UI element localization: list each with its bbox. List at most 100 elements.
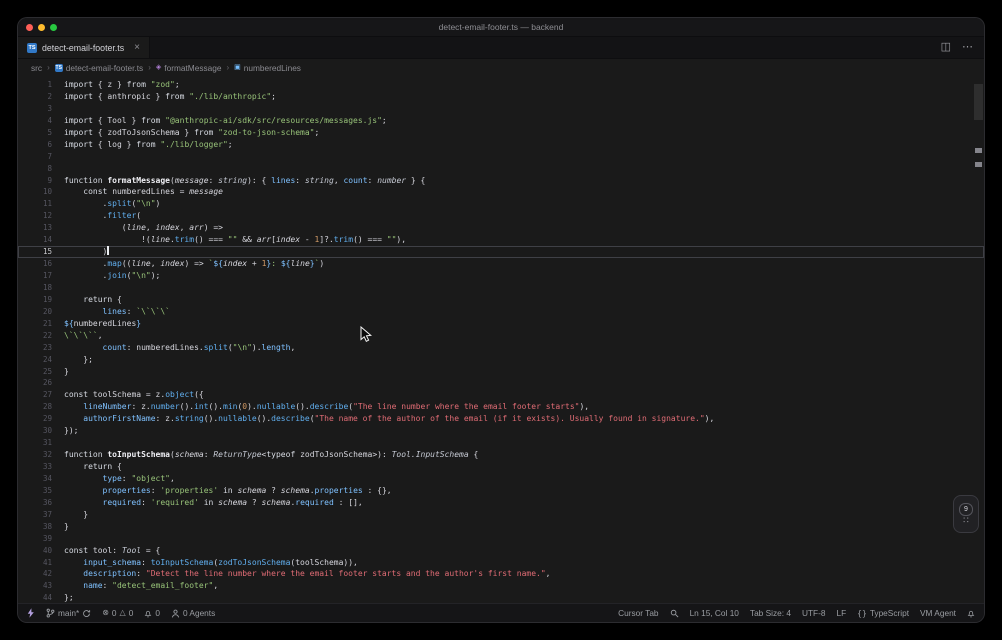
line-number[interactable]: 8 (18, 163, 64, 175)
code-line[interactable]: 10 const numberedLines = message (18, 186, 984, 198)
tab-detect-email-footer[interactable]: TS detect-email-footer.ts × (18, 37, 150, 58)
line-number[interactable]: 25 (18, 366, 64, 378)
line-number[interactable]: 40 (18, 545, 64, 557)
line-number[interactable]: 20 (18, 306, 64, 318)
problems-item[interactable]: ⊗ 0 △ 0 (102, 608, 133, 618)
code-line[interactable]: 16 .map((line, index) => `${index + 1}: … (18, 258, 984, 270)
line-number[interactable]: 14 (18, 234, 64, 246)
split-editor-icon[interactable]: ◫ (941, 42, 951, 53)
code-line[interactable]: 3 (18, 103, 984, 115)
cursor-position[interactable]: Ln 15, Col 10 (690, 608, 739, 618)
line-number[interactable]: 37 (18, 509, 64, 521)
line-number[interactable]: 17 (18, 270, 64, 282)
code-line[interactable]: 12 .filter( (18, 210, 984, 222)
line-number[interactable]: 30 (18, 425, 64, 437)
line-number[interactable]: 11 (18, 198, 64, 210)
line-number[interactable]: 26 (18, 377, 64, 389)
code-line[interactable]: 36 required: 'required' in schema ? sche… (18, 497, 984, 509)
code-line[interactable]: 37 } (18, 509, 984, 521)
code-line[interactable]: 39 (18, 533, 984, 545)
line-number[interactable]: 1 (18, 79, 64, 91)
code-line[interactable]: 21 ${numberedLines} (18, 318, 984, 330)
encoding-setting[interactable]: UTF-8 (802, 608, 826, 618)
line-number[interactable]: 16 (18, 258, 64, 270)
code-line[interactable]: 20 lines: `\`\`\` (18, 306, 984, 318)
line-number[interactable]: 22 (18, 330, 64, 342)
code-line[interactable]: 24 }; (18, 354, 984, 366)
line-number[interactable]: 3 (18, 103, 64, 115)
line-number[interactable]: 31 (18, 437, 64, 449)
code-line[interactable]: 7 (18, 151, 984, 163)
line-number[interactable]: 23 (18, 342, 64, 354)
line-number[interactable]: 12 (18, 210, 64, 222)
code-line[interactable]: 2 import { anthropic } from "./lib/anthro… (18, 91, 984, 103)
line-number[interactable]: 13 (18, 222, 64, 234)
scrollbar-thumb[interactable] (974, 84, 983, 120)
code-line[interactable]: 44}; (18, 592, 984, 603)
eol-setting[interactable]: LF (836, 608, 846, 618)
remote-indicator[interactable] (27, 608, 35, 618)
code-line[interactable]: 18 (18, 282, 984, 294)
close-window-button[interactable] (26, 23, 33, 31)
language-mode[interactable]: {} TypeScript (857, 608, 909, 618)
line-number[interactable]: 5 (18, 127, 64, 139)
line-number[interactable]: 44 (18, 592, 64, 603)
line-number[interactable]: 39 (18, 533, 64, 545)
line-number[interactable]: 21 (18, 318, 64, 330)
line-number[interactable]: 10 (18, 186, 64, 198)
agents-item[interactable]: 0 Agents (171, 608, 215, 618)
line-number[interactable]: 15 (18, 246, 64, 258)
title-bar[interactable]: detect-email-footer.ts — backend (18, 18, 984, 37)
code-line[interactable]: 5 import { zodToJsonSchema } from "zod-to… (18, 127, 984, 139)
code-line[interactable]: 31 (18, 437, 984, 449)
code-line[interactable]: 29 authorFirstName: z.string().nullable(… (18, 413, 984, 425)
status-badge[interactable]: 9 (959, 502, 973, 516)
close-tab-icon[interactable]: × (134, 42, 140, 53)
code-line[interactable]: 4 import { Tool } from "@anthropic-ai/sdk… (18, 115, 984, 127)
line-number[interactable]: 2 (18, 91, 64, 103)
line-number[interactable]: 9 (18, 175, 64, 187)
code-line[interactable]: 42 description: "Detect the line number … (18, 568, 984, 580)
code-line[interactable]: 6 import { log } from "./lib/logger"; (18, 139, 984, 151)
code-line[interactable]: 14 !(line.trim() === "" && arr[index - 1… (18, 234, 984, 246)
notifications-bell[interactable] (967, 609, 975, 618)
code-line[interactable]: 27 const toolSchema = z.object({ (18, 389, 984, 401)
code-line[interactable]: 1 import { z } from "zod"; (18, 79, 984, 91)
code-line[interactable]: 30}); (18, 425, 984, 437)
zoom-window-button[interactable] (50, 23, 57, 31)
line-number[interactable]: 27 (18, 389, 64, 401)
code-line[interactable]: 22 \`\`\``, (18, 330, 984, 342)
line-number[interactable]: 43 (18, 580, 64, 592)
code-line[interactable]: 9 function formatMessage(message: string)… (18, 175, 984, 187)
code-line[interactable]: 35 properties: 'properties' in schema ? … (18, 485, 984, 497)
code-area[interactable]: 1 import { z } from "zod"; 2 import { anthr… (18, 76, 984, 603)
code-line[interactable]: 25} (18, 366, 984, 378)
line-number[interactable]: 28 (18, 401, 64, 413)
line-number[interactable]: 41 (18, 557, 64, 569)
code-line[interactable]: 8 (18, 163, 984, 175)
code-line[interactable]: 33 return { (18, 461, 984, 473)
code-line[interactable]: 26 (18, 377, 984, 389)
line-number[interactable]: 38 (18, 521, 64, 533)
line-number[interactable]: 18 (18, 282, 64, 294)
code-line[interactable]: 28 lineNumber: z.number().int().min(0).n… (18, 401, 984, 413)
code-line[interactable]: 40 const tool: Tool = { (18, 545, 984, 557)
line-number[interactable]: 42 (18, 568, 64, 580)
line-number[interactable]: 36 (18, 497, 64, 509)
breadcrumb-numbered-lines[interactable]: ▣ numberedLines (234, 63, 301, 73)
line-number[interactable]: 24 (18, 354, 64, 366)
code-line[interactable]: 23 count: numberedLines.split("\n").leng… (18, 342, 984, 354)
grid-icon[interactable]: ∷ (963, 516, 969, 526)
code-line[interactable]: 34 type: "object", (18, 473, 984, 485)
line-number[interactable]: 35 (18, 485, 64, 497)
code-line[interactable]: 32 function toInputSchema(schema: ReturnT… (18, 449, 984, 461)
line-number[interactable]: 32 (18, 449, 64, 461)
breadcrumb-src[interactable]: src (31, 63, 42, 73)
line-number[interactable]: 33 (18, 461, 64, 473)
line-number[interactable]: 4 (18, 115, 64, 127)
line-number[interactable]: 6 (18, 139, 64, 151)
code-line[interactable]: 11 .split("\n") (18, 198, 984, 210)
code-line[interactable]: 15 ) (18, 246, 984, 258)
line-number[interactable]: 7 (18, 151, 64, 163)
git-branch-item[interactable]: main* (46, 608, 91, 618)
